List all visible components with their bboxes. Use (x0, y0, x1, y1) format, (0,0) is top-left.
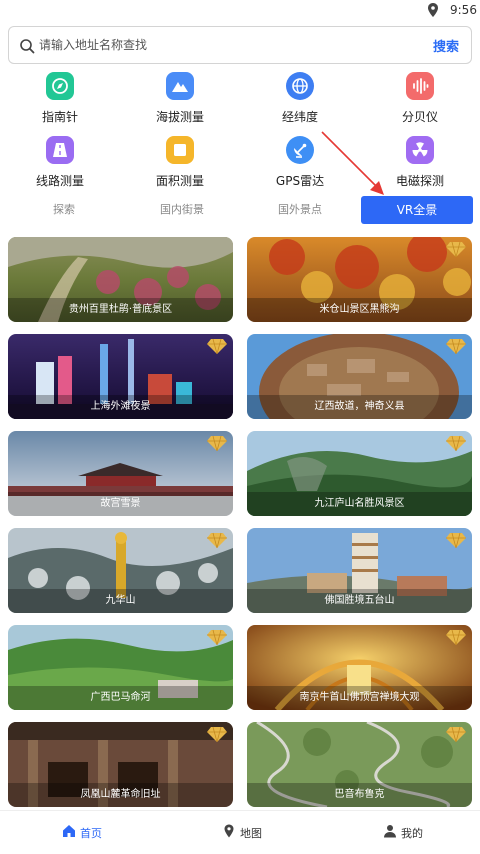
scene-card[interactable]: 巴音布鲁克 (247, 722, 472, 807)
diamond-premium-icon (446, 241, 466, 257)
scene-card[interactable]: 辽西故道，神奇义县 (247, 334, 472, 419)
tool-decibel[interactable]: 分贝仪 (360, 72, 480, 132)
diamond-premium-icon (446, 338, 466, 354)
scene-card[interactable]: 故宫雪景 (8, 431, 233, 516)
scene-card[interactable]: 九华山 (8, 528, 233, 613)
nav-label: 地图 (240, 827, 262, 840)
diamond-premium-icon (446, 532, 466, 548)
tab-domestic-streetview[interactable]: 国内街景 (140, 196, 224, 224)
tool-label: 电磁探测 (395, 174, 444, 188)
tool-label: GPS雷达 (275, 174, 325, 188)
radiation-icon (406, 136, 434, 164)
scene-title: 广西巴马命河 (90, 692, 151, 703)
scene-title: 米仓山景区黑熊沟 (319, 304, 400, 315)
tool-gps-radar[interactable]: GPS雷达 (240, 136, 360, 196)
diamond-premium-icon (446, 726, 466, 742)
search-bar: 搜索 (8, 26, 472, 64)
scene-card[interactable]: 贵州百里杜鹃·普底景区 (8, 237, 233, 322)
diamond-premium-icon (207, 629, 227, 645)
tool-compass[interactable]: 指南针 (0, 72, 120, 132)
search-input[interactable] (39, 27, 419, 63)
scene-title: 巴音布鲁克 (334, 789, 385, 800)
diamond-premium-icon (207, 532, 227, 548)
scene-card[interactable]: 广西巴马命河 (8, 625, 233, 710)
scene-card[interactable]: 南京牛首山佛顶宫禅境大观 (247, 625, 472, 710)
scene-title: 凤凰山麓革命旧址 (80, 789, 161, 800)
search-icon (20, 39, 35, 54)
user-icon (384, 825, 396, 838)
sound-wave-icon (406, 72, 434, 100)
nav-label: 我的 (401, 827, 423, 840)
tab-foreign-attractions[interactable]: 国外景点 (258, 196, 342, 224)
scene-title: 佛国胜境五台山 (324, 595, 395, 606)
tool-coordinates[interactable]: 经纬度 (240, 72, 360, 132)
tool-altitude[interactable]: 海拔测量 (120, 72, 240, 132)
search-button[interactable]: 搜索 (433, 36, 459, 55)
tool-label: 线路测量 (35, 174, 84, 188)
tool-label: 经纬度 (281, 110, 318, 124)
compass-icon (46, 72, 74, 100)
tab-vr-panorama[interactable]: VR全景 (361, 196, 473, 224)
app-screen: 9:56 搜索 指南针 海拔测量 经纬度 分贝仪 (0, 0, 480, 854)
scene-title: 贵州百里杜鹃·普底景区 (68, 304, 173, 315)
status-time: 9:56 (450, 3, 477, 17)
tool-emf-detector[interactable]: 电磁探测 (360, 136, 480, 196)
status-bar: 9:56 (0, 0, 480, 22)
globe-icon (286, 72, 314, 100)
location-pin-icon (428, 3, 438, 17)
road-icon (46, 136, 74, 164)
scene-card[interactable]: 米仓山景区黑熊沟 (247, 237, 472, 322)
tool-route-measure[interactable]: 线路测量 (0, 136, 120, 196)
map-pin-icon (224, 824, 234, 838)
bottom-nav: 首页 地图 我的 (0, 810, 480, 854)
scene-title: 上海外滩夜景 (90, 401, 151, 412)
nav-home[interactable]: 首页 (62, 823, 112, 843)
tab-explore[interactable]: 探索 (24, 196, 104, 224)
diamond-premium-icon (446, 629, 466, 645)
scene-card[interactable]: 九江庐山名胜风景区 (247, 431, 472, 516)
scene-card[interactable]: 凤凰山麓革命旧址 (8, 722, 233, 807)
diamond-premium-icon (446, 435, 466, 451)
satellite-dish-icon (286, 136, 314, 164)
home-icon (63, 825, 75, 837)
tool-area-measure[interactable]: 面积测量 (120, 136, 240, 196)
scene-title: 九华山 (105, 595, 136, 606)
nav-label: 首页 (80, 827, 102, 840)
scene-title: 故宫雪景 (100, 498, 141, 509)
mountain-icon (166, 72, 194, 100)
scene-title: 辽西故道，神奇义县 (314, 401, 405, 412)
scene-title: 九江庐山名胜风景区 (314, 498, 405, 509)
tool-label: 海拔测量 (155, 110, 204, 124)
nav-profile[interactable]: 我的 (383, 823, 433, 843)
diamond-premium-icon (207, 435, 227, 451)
tool-label: 分贝仪 (401, 110, 438, 124)
tool-label: 面积测量 (155, 174, 204, 188)
tool-label: 指南针 (41, 110, 78, 124)
nav-map[interactable]: 地图 (222, 823, 272, 843)
square-area-icon (166, 136, 194, 164)
diamond-premium-icon (207, 338, 227, 354)
scene-card[interactable]: 佛国胜境五台山 (247, 528, 472, 613)
scene-card[interactable]: 上海外滩夜景 (8, 334, 233, 419)
scene-title: 南京牛首山佛顶宫禅境大观 (299, 692, 420, 703)
diamond-premium-icon (207, 726, 227, 742)
